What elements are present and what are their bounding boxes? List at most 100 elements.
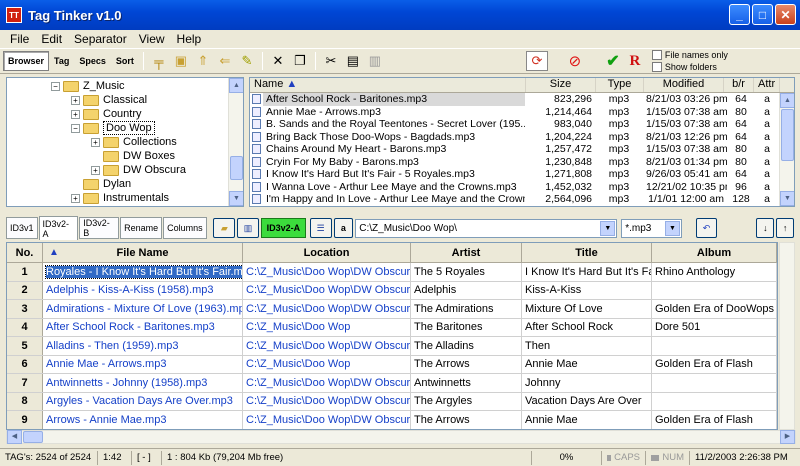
tab-id3v2-a[interactable]: ID3v2-A — [38, 216, 79, 240]
columns-view-button[interactable]: ▥ — [237, 218, 259, 238]
folder-up-icon[interactable]: ⇑ — [192, 51, 214, 71]
grid-album-cell[interactable]: Golden Era of Flash — [652, 355, 777, 373]
edit-pencil-icon[interactable]: ✎ — [236, 51, 258, 71]
expand-icon[interactable]: + — [71, 109, 80, 119]
file-list-row[interactable]: After School Rock - Baritones.mp3 823,296… — [250, 93, 794, 106]
grid-artist-cell[interactable]: The Argyles — [411, 392, 522, 410]
grid-location-cell[interactable]: C:\Z_Music\Doo Wop\DW Obscura — [243, 281, 411, 299]
grid-row[interactable]: 4 After School Rock - Baritones.mp3 C:\Z_M… — [7, 318, 777, 337]
col-type-header[interactable]: Type — [596, 78, 644, 92]
collapse-icon[interactable]: − — [71, 123, 80, 133]
grid-album-cell[interactable] — [652, 374, 777, 392]
tab-id3v2-b[interactable]: ID3v2-B — [79, 217, 120, 239]
grid-row[interactable]: 5 Alladins - Then (1959).mp3 C:\Z_Music\Do… — [7, 337, 777, 356]
col-title-header[interactable]: Title — [522, 243, 652, 262]
mask-combo[interactable]: *.mp3 ▼ — [621, 218, 682, 238]
specs-tab-button[interactable]: Specs — [74, 51, 111, 71]
open-folder-button[interactable]: ▰ — [213, 218, 236, 238]
undo-button[interactable]: ↶ — [695, 218, 718, 238]
grid-row[interactable]: 3 Admirations - Mixture Of Love (1963).mp… — [7, 300, 777, 319]
col-artist-header[interactable]: Artist — [411, 243, 522, 262]
refresh-icon[interactable]: ⟳ — [525, 51, 548, 71]
col-file-name-header[interactable]: ▲ File Name — [43, 243, 243, 262]
delete-icon[interactable]: ✕ — [267, 51, 289, 71]
copy-icon[interactable]: ❐ — [289, 51, 311, 71]
tree-node[interactable]: + Classical — [7, 93, 243, 107]
file-list-row[interactable]: I'm Happy and In Love - Arthur Lee Maye … — [250, 193, 794, 206]
grid-title-cell[interactable]: Kiss-A-Kiss — [522, 281, 652, 299]
tree-node[interactable]: − Z_Music — [7, 79, 243, 93]
lines-view-button[interactable]: ☰ — [309, 218, 332, 238]
scroll-up-arrow-icon[interactable]: ▲ — [229, 78, 243, 93]
tree-node[interactable]: + Instrumentals — [7, 191, 243, 205]
folder-back-icon[interactable]: ⇐ — [214, 51, 236, 71]
chevron-down-icon[interactable]: ▼ — [664, 220, 680, 236]
file-names-only-checkbox[interactable]: File names only — [651, 50, 728, 60]
show-folders-checkbox[interactable]: Show folders — [651, 62, 728, 72]
menu-edit[interactable]: Edit — [35, 32, 68, 46]
tree-node[interactable]: +Jazz — [7, 205, 243, 206]
file-list-row[interactable]: Chains Around My Heart - Barons.mp3 1,257… — [250, 143, 794, 156]
cut-icon[interactable]: ✂ — [320, 51, 342, 71]
col-br-header[interactable]: b/r — [724, 78, 754, 92]
tag-grid[interactable]: No. ▲ File Name Location Artist Title Alb… — [6, 242, 778, 430]
col-modified-header[interactable]: Modified — [644, 78, 724, 92]
grid-artist-cell[interactable]: The Admirations — [411, 300, 522, 318]
grid-artist-cell[interactable]: Antwinnetts — [411, 374, 522, 392]
grid-row[interactable]: 2 Adelphis - Kiss-A-Kiss (1958).mp3 C:\Z_M… — [7, 281, 777, 300]
collapse-icon[interactable]: − — [51, 81, 60, 91]
grid-location-cell[interactable]: C:\Z_Music\Doo Wop — [243, 355, 411, 373]
scroll-down-arrow-icon[interactable]: ▼ — [229, 191, 243, 206]
minimize-button[interactable]: _ — [729, 4, 750, 25]
grid-location-cell[interactable]: C:\Z_Music\Doo Wop\DW Obscura — [243, 263, 411, 281]
grid-file-cell[interactable]: After School Rock - Baritones.mp3 — [43, 318, 243, 336]
grid-album-cell[interactable] — [652, 392, 777, 410]
grid-title-cell[interactable]: I Know It's Hard But It's Fair — [522, 263, 652, 281]
grid-location-cell[interactable]: C:\Z_Music\Doo Wop\DW Obscura — [243, 300, 411, 318]
col-attr-header[interactable]: Attr — [754, 78, 780, 92]
menu-help[interactable]: Help — [171, 32, 208, 46]
move-up-button[interactable]: ↑ — [776, 218, 795, 238]
id3v2-a-button[interactable]: ID3v2-A — [260, 218, 306, 238]
tab-id3v1[interactable]: ID3v1 — [6, 217, 38, 239]
maximize-button[interactable]: □ — [752, 4, 773, 25]
grid-artist-cell[interactable]: The Baritones — [411, 318, 522, 336]
grid-artist-cell[interactable]: Adelphis — [411, 281, 522, 299]
menu-separator[interactable]: Separator — [68, 32, 133, 46]
grid-album-cell[interactable]: Dore 501 — [652, 318, 777, 336]
clipboard-icon[interactable]: ▥ — [364, 51, 386, 71]
grid-title-cell[interactable]: Then — [522, 337, 652, 355]
file-list-row[interactable]: I Know It's Hard But It's Fair - 5 Royal… — [250, 168, 794, 181]
grid-location-cell[interactable]: C:\Z_Music\Doo Wop\DW Obscura — [243, 411, 411, 429]
grid-title-cell[interactable]: After School Rock — [522, 318, 652, 336]
a-button[interactable]: a — [333, 218, 354, 238]
grid-row[interactable]: 7 Antwinnetts - Johnny (1958).mp3 C:\Z_Mus… — [7, 374, 777, 393]
col-location-header[interactable]: Location — [243, 243, 411, 262]
menu-view[interactable]: View — [133, 32, 171, 46]
revert-icon[interactable]: R — [624, 51, 646, 71]
grid-row[interactable]: 9 Arrows - Annie Mae.mp3 C:\Z_Music\Doo Wo… — [7, 411, 777, 429]
tree-node[interactable]: Dylan — [7, 177, 243, 191]
tree-node[interactable]: − Doo Wop — [7, 121, 243, 135]
grid-artist-cell[interactable]: The Alladins — [411, 337, 522, 355]
grid-location-cell[interactable]: C:\Z_Music\Doo Wop\DW Obscura — [243, 392, 411, 410]
col-name-header[interactable]: Name ▲ — [250, 78, 526, 92]
col-album-header[interactable]: Album — [652, 243, 777, 262]
new-folder-icon[interactable]: ▣ — [170, 51, 192, 71]
grid-album-cell[interactable]: Golden Era of Flash — [652, 411, 777, 429]
col-no-header[interactable]: No. — [7, 243, 43, 262]
separator-icon[interactable]: ╤ — [148, 51, 170, 71]
expand-icon[interactable]: + — [71, 193, 80, 203]
grid-scrollbar[interactable] — [779, 242, 795, 430]
grid-file-cell[interactable]: Admirations - Mixture Of Love (1963).mp3 — [43, 300, 243, 318]
grid-horizontal-scrollbar[interactable]: ◀ ▶ — [6, 430, 796, 444]
paste-icon[interactable]: ▤ — [342, 51, 364, 71]
path-combo[interactable]: C:\Z_Music\Doo Wop\ ▼ — [355, 218, 618, 238]
tab-rename[interactable]: Rename — [120, 217, 163, 239]
grid-title-cell[interactable]: Vacation Days Are Over — [522, 392, 652, 410]
grid-location-cell[interactable]: C:\Z_Music\Doo Wop\DW Obscura — [243, 374, 411, 392]
col-size-header[interactable]: Size — [526, 78, 596, 92]
grid-file-cell[interactable]: Argyles - Vacation Days Are Over.mp3 — [43, 392, 243, 410]
grid-row[interactable]: 8 Argyles - Vacation Days Are Over.mp3 C:\… — [7, 392, 777, 411]
tag-tab-button[interactable]: Tag — [49, 51, 74, 71]
